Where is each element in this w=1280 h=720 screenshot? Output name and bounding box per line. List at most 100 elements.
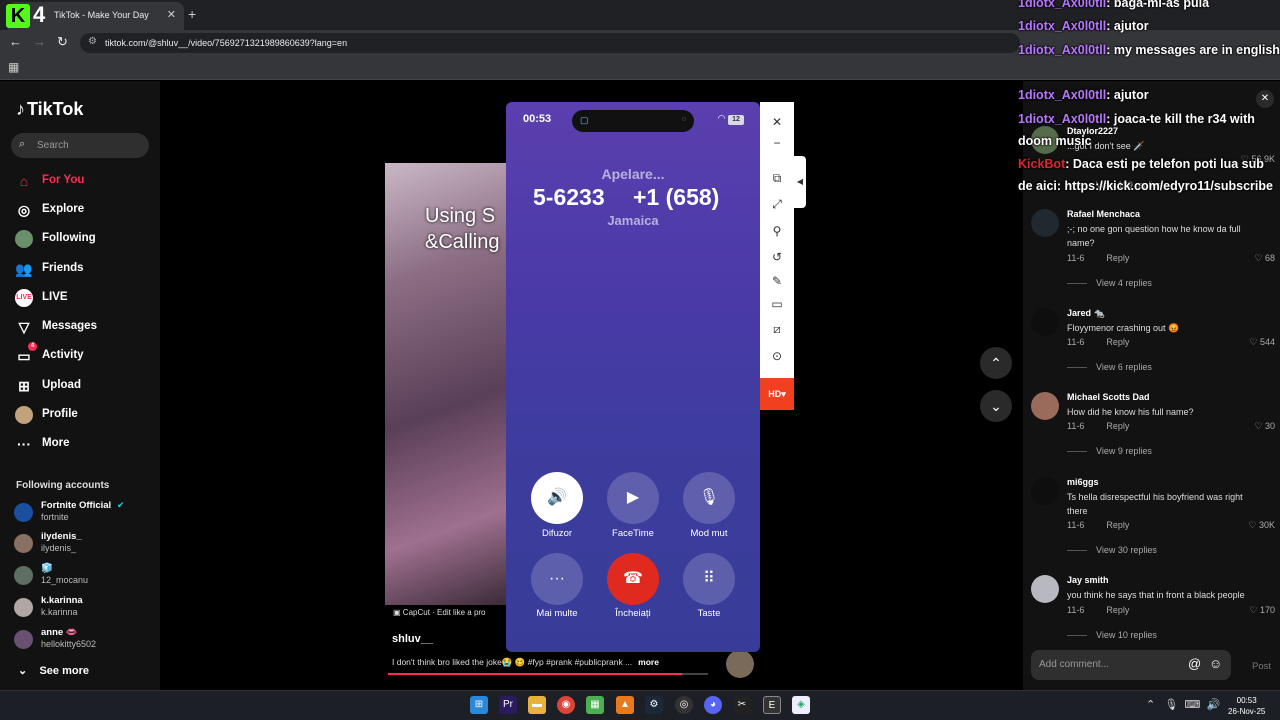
nav-live[interactable]: LIVE LIVE [15,287,155,309]
comment-user[interactable]: Jay smith [1067,575,1109,585]
chrome-icon[interactable]: ◉ [557,696,575,714]
record-icon[interactable]: ▭ [760,297,794,311]
add-comment-placeholder: Add comment... [1039,659,1110,670]
address-bar[interactable]: ⚙ tiktok.com/@shluv__/video/756927132198… [80,33,1020,53]
video-author[interactable]: shluv__ [392,633,433,645]
account-fortnite[interactable]: Fortnite Official ✔ fortnite [14,500,154,526]
like-count[interactable]: ♡ 30 [1254,421,1275,432]
mirror-app-icon[interactable]: ◈ [792,696,810,714]
nav-profile[interactable]: Profile [15,404,155,426]
nav-activity[interactable]: ▭ 4 Activity [15,342,155,367]
reply-button[interactable]: Reply [1106,337,1129,347]
close-tab-icon[interactable]: ✕ [167,8,176,21]
like-count[interactable]: ♡ 170 [1249,605,1275,616]
nav-messages[interactable]: ▽ Messages [15,316,155,338]
view-replies[interactable]: View 10 replies [1067,630,1157,640]
crop-icon[interactable]: ⧄ [760,322,794,337]
back-icon[interactable]: ← [9,34,22,49]
view-replies[interactable]: View 6 replies [1067,362,1152,372]
speaker-button[interactable]: 🔊 [531,472,583,524]
video-progress-bar[interactable] [388,673,708,675]
reply-button[interactable]: Reply [1106,253,1129,263]
see-more-button[interactable]: ⌄ See more [18,664,89,677]
taskbar-clock[interactable]: 00:53 26-Nov-25 [1228,695,1265,717]
like-count[interactable]: ♡ 68 [1254,253,1275,264]
tiktok-logo[interactable]: ♪ TikTok [16,99,83,120]
pin-icon[interactable]: ⚲ [760,224,794,238]
author-avatar[interactable] [726,650,754,678]
comment-user[interactable]: Rafael Menchaca [1067,209,1140,219]
nav-upload[interactable]: ⊞ Upload [15,375,155,397]
emoji-icon[interactable]: ☺ [1209,656,1222,671]
comment-meta: 11-6 Reply [1067,253,1130,263]
vlc-icon[interactable]: ▲ [616,696,634,714]
nav-more[interactable]: ··· More [15,433,155,455]
like-count[interactable]: ♡ 544 [1249,337,1275,348]
minecraft-icon[interactable]: ▦ [586,696,604,714]
nav-friends[interactable]: 👥 Friends [15,258,155,280]
discord-icon[interactable]: ◕ [704,696,722,714]
nav-explore[interactable]: ◎ Explore [15,199,155,221]
video-caption-overlay: Using S &Calling [425,205,500,253]
hd-quality-button[interactable]: HD▾ [760,378,794,410]
fullscreen-icon[interactable]: ⤢ [760,197,794,212]
reply-button[interactable]: Reply [1106,605,1129,615]
avatar[interactable] [1031,477,1059,505]
new-tab-button[interactable]: + [188,6,196,22]
avatar[interactable] [1031,209,1059,237]
search-input[interactable]: ⌕ Search [11,133,149,158]
capcut-app-icon[interactable]: ✂ [733,696,751,714]
collapse-toolbar-icon[interactable]: ◀ [794,156,806,208]
draw-icon[interactable]: ✎ [760,274,794,288]
capcut-badge[interactable]: ▣ CapCut · Edit like a pro [393,608,486,617]
view-replies[interactable]: View 4 replies [1067,278,1152,288]
comment-user[interactable]: Michael Scotts Dad [1067,392,1150,402]
avatar[interactable] [1031,575,1059,603]
comment-user[interactable]: mi6ggs [1067,477,1099,487]
reply-button[interactable]: Reply [1106,520,1129,530]
mention-icon[interactable]: @ [1188,656,1201,671]
avatar[interactable] [1031,308,1059,336]
next-video-button[interactable]: ⌄ [980,390,1012,422]
reply-button[interactable]: Reply [1106,421,1129,431]
premiere-icon[interactable]: Pr [499,696,517,714]
more-link[interactable]: more [638,657,659,667]
system-tray[interactable]: ⌃ 🎙 ⌨ 🔊 [1146,698,1220,711]
steam-icon[interactable]: ⚙ [645,696,663,714]
keypad-button[interactable]: ⠿ [683,553,735,605]
file-explorer-icon[interactable]: ▬ [528,696,546,714]
avatar[interactable] [1031,392,1059,420]
video-player[interactable]: Using S &Calling [385,163,510,605]
start-icon[interactable]: ⊞ [470,696,488,714]
account-karinna[interactable]: k.karinna k.karinna [14,595,154,621]
screenshot-icon[interactable]: ⧉ [760,171,794,186]
reload-icon[interactable]: ↻ [57,34,68,50]
view-replies[interactable]: View 30 replies [1067,545,1157,555]
forward-icon[interactable]: → [33,34,46,49]
end-call-button[interactable]: ☎ [607,553,659,605]
account-anne[interactable]: anne 👄 hellokitty6502 [14,627,154,653]
nav-following[interactable]: Following [15,228,155,250]
like-count[interactable]: ♡ 30K [1248,520,1275,531]
account-ilydenis[interactable]: ilydenis_ ilydenis_ [14,531,154,557]
live-icon: LIVE [15,289,33,307]
rotate-icon[interactable]: ↺ [760,250,794,264]
obs-icon[interactable]: ◎ [675,696,693,714]
view-replies[interactable]: View 9 replies [1067,446,1152,456]
comment-user[interactable]: Jared 🐀 [1067,308,1105,319]
account-mocanu[interactable]: 🧊 12_mocanu [14,563,154,589]
minimize-icon[interactable]: − [760,136,794,150]
epic-games-icon[interactable]: E [763,696,781,714]
site-info-icon[interactable]: ⚙ [88,36,97,47]
post-button[interactable]: Post [1252,661,1271,672]
phone-mirror-window[interactable]: 00:53 ▢ ◌ ◠ 12 Apelare... 5-6233 +1 (658… [506,102,760,652]
add-comment-input[interactable]: Add comment... @ ☺ [1031,650,1231,680]
apps-grid-icon[interactable]: ▦ [8,60,19,74]
more-call-button[interactable]: ··· [531,553,583,605]
previous-video-button[interactable]: ⌃ [980,347,1012,379]
settings-circle-icon[interactable]: ⊙ [760,349,794,363]
mute-button[interactable]: 🎙 [683,472,735,524]
close-icon[interactable]: ✕ [760,115,794,129]
nav-for-you[interactable]: ⌂ For You [15,170,155,192]
facetime-button[interactable]: ▶ [607,472,659,524]
